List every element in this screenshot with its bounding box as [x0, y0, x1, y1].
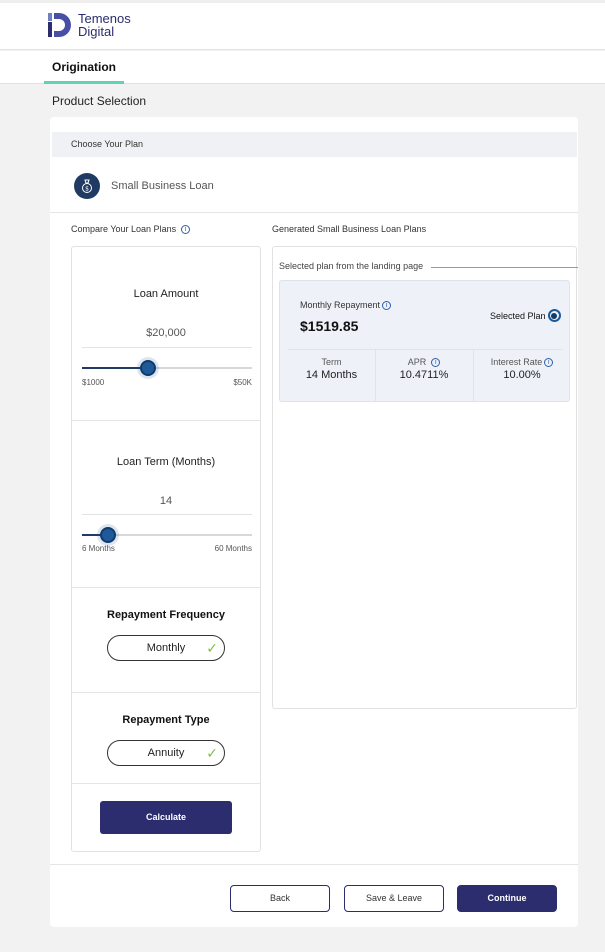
loan-amount-title: Loan Amount: [133, 288, 199, 300]
page-title: Product Selection: [52, 94, 147, 108]
logo-line2: Digital: [78, 24, 115, 39]
monthly-repayment-label: Monthly Repayment i: [300, 300, 392, 310]
loan-term-title: Loan Term (Months): [116, 456, 216, 468]
repayment-frequency-title: Repayment Frequency: [107, 609, 225, 621]
selected-plan-toggle[interactable]: Selected Plan: [490, 309, 561, 322]
interest-rate-text: Interest Rate: [490, 357, 543, 367]
interest-rate-stat: Interest Rate i 10.00%: [473, 350, 571, 401]
plan-card[interactable]: Monthly Repayment i $1519.85 Selected Pl…: [279, 280, 570, 402]
repayment-frequency-value: Monthly: [146, 642, 186, 654]
apr-label: APR i: [375, 357, 473, 367]
loan-amount-min: $1000: [82, 378, 105, 387]
tab-bar: Origination: [0, 51, 605, 84]
temenos-logo[interactable]: Temenos Digital: [48, 12, 131, 38]
loan-amount-value: $20,000: [146, 327, 186, 339]
interest-rate-value: 10.00%: [503, 369, 541, 381]
logo-mark-icon: [48, 12, 72, 38]
tab-origination[interactable]: Origination: [44, 51, 124, 84]
value-underline: [82, 514, 252, 515]
product-row[interactable]: $ Small Business Loan: [74, 173, 214, 199]
info-icon[interactable]: i: [544, 357, 554, 367]
check-icon: ✓: [206, 745, 218, 761]
divider: [50, 212, 578, 213]
loan-term-min: 6 Months: [82, 544, 115, 553]
compare-panel: Loan Amount $20,000 $1000 $50K Loan Term…: [71, 246, 261, 852]
logo-text: Temenos Digital: [78, 12, 131, 38]
term-stat: Term 14 Months: [288, 350, 375, 401]
money-bag-icon: $: [74, 173, 100, 199]
apr-stat: APR i 10.4711%: [375, 350, 473, 401]
loan-term-value: 14: [159, 495, 173, 507]
caption-rule: [431, 267, 578, 268]
loan-amount-section: Loan Amount $20,000 $1000 $50K: [72, 247, 260, 421]
svg-text:$: $: [85, 186, 89, 193]
interest-rate-label: Interest Rate i: [473, 357, 571, 367]
monthly-repayment-text: Monthly Repayment: [300, 300, 381, 310]
info-icon[interactable]: i: [181, 224, 191, 234]
app-header: Temenos Digital: [0, 0, 605, 50]
generated-plans-panel: Selected plan from the landing page Mont…: [272, 246, 578, 709]
compare-plans-text: Compare Your Loan Plans: [71, 224, 177, 234]
selected-plan-caption: Selected plan from the landing page: [279, 261, 424, 271]
apr-label-text: APR: [407, 357, 427, 367]
save-and-leave-button[interactable]: Save & Leave: [344, 885, 444, 912]
check-icon: ✓: [206, 640, 218, 656]
back-button[interactable]: Back: [230, 885, 330, 912]
product-selection-card: Choose Your Plan $ Small Business Loan C…: [50, 117, 578, 927]
loan-term-thumb[interactable]: [99, 527, 116, 543]
generated-plans-label: Generated Small Business Loan Plans: [272, 224, 427, 234]
repayment-type-section: Repayment Type Annuity ✓: [72, 693, 260, 784]
repayment-frequency-select[interactable]: Monthly ✓: [107, 635, 225, 661]
selected-plan-label: Selected Plan: [490, 310, 546, 321]
value-underline: [82, 347, 252, 348]
product-label: Small Business Loan: [111, 180, 214, 192]
calculate-button[interactable]: Calculate: [100, 801, 232, 834]
compare-plans-label: Compare Your Loan Plans i: [71, 224, 191, 234]
slider-fill: [82, 367, 149, 369]
loan-term-slider[interactable]: [82, 527, 252, 543]
loan-amount-slider[interactable]: [82, 360, 252, 376]
info-icon[interactable]: i: [431, 357, 441, 367]
term-value: 14 Months: [305, 369, 358, 381]
loan-amount-thumb[interactable]: [140, 360, 157, 376]
continue-button[interactable]: Continue: [457, 885, 557, 912]
info-icon[interactable]: i: [382, 300, 392, 310]
repayment-frequency-section: Repayment Frequency Monthly ✓: [72, 588, 260, 693]
loan-term-section: Loan Term (Months) 14 6 Months 60 Months: [72, 421, 260, 588]
footer-divider: [50, 864, 578, 865]
repayment-type-select[interactable]: Annuity ✓: [107, 740, 225, 766]
loan-term-max: 60 Months: [214, 544, 252, 553]
repayment-type-title: Repayment Type: [122, 714, 210, 726]
loan-amount-max: $50K: [233, 378, 252, 387]
term-label: Term: [321, 357, 342, 367]
apr-value: 10.4711%: [399, 369, 449, 381]
choose-plan-heading: Choose Your Plan: [52, 132, 577, 157]
radio-selected-icon[interactable]: [547, 309, 561, 322]
repayment-type-value: Annuity: [147, 747, 185, 759]
monthly-repayment-value: $1519.85: [300, 318, 359, 334]
